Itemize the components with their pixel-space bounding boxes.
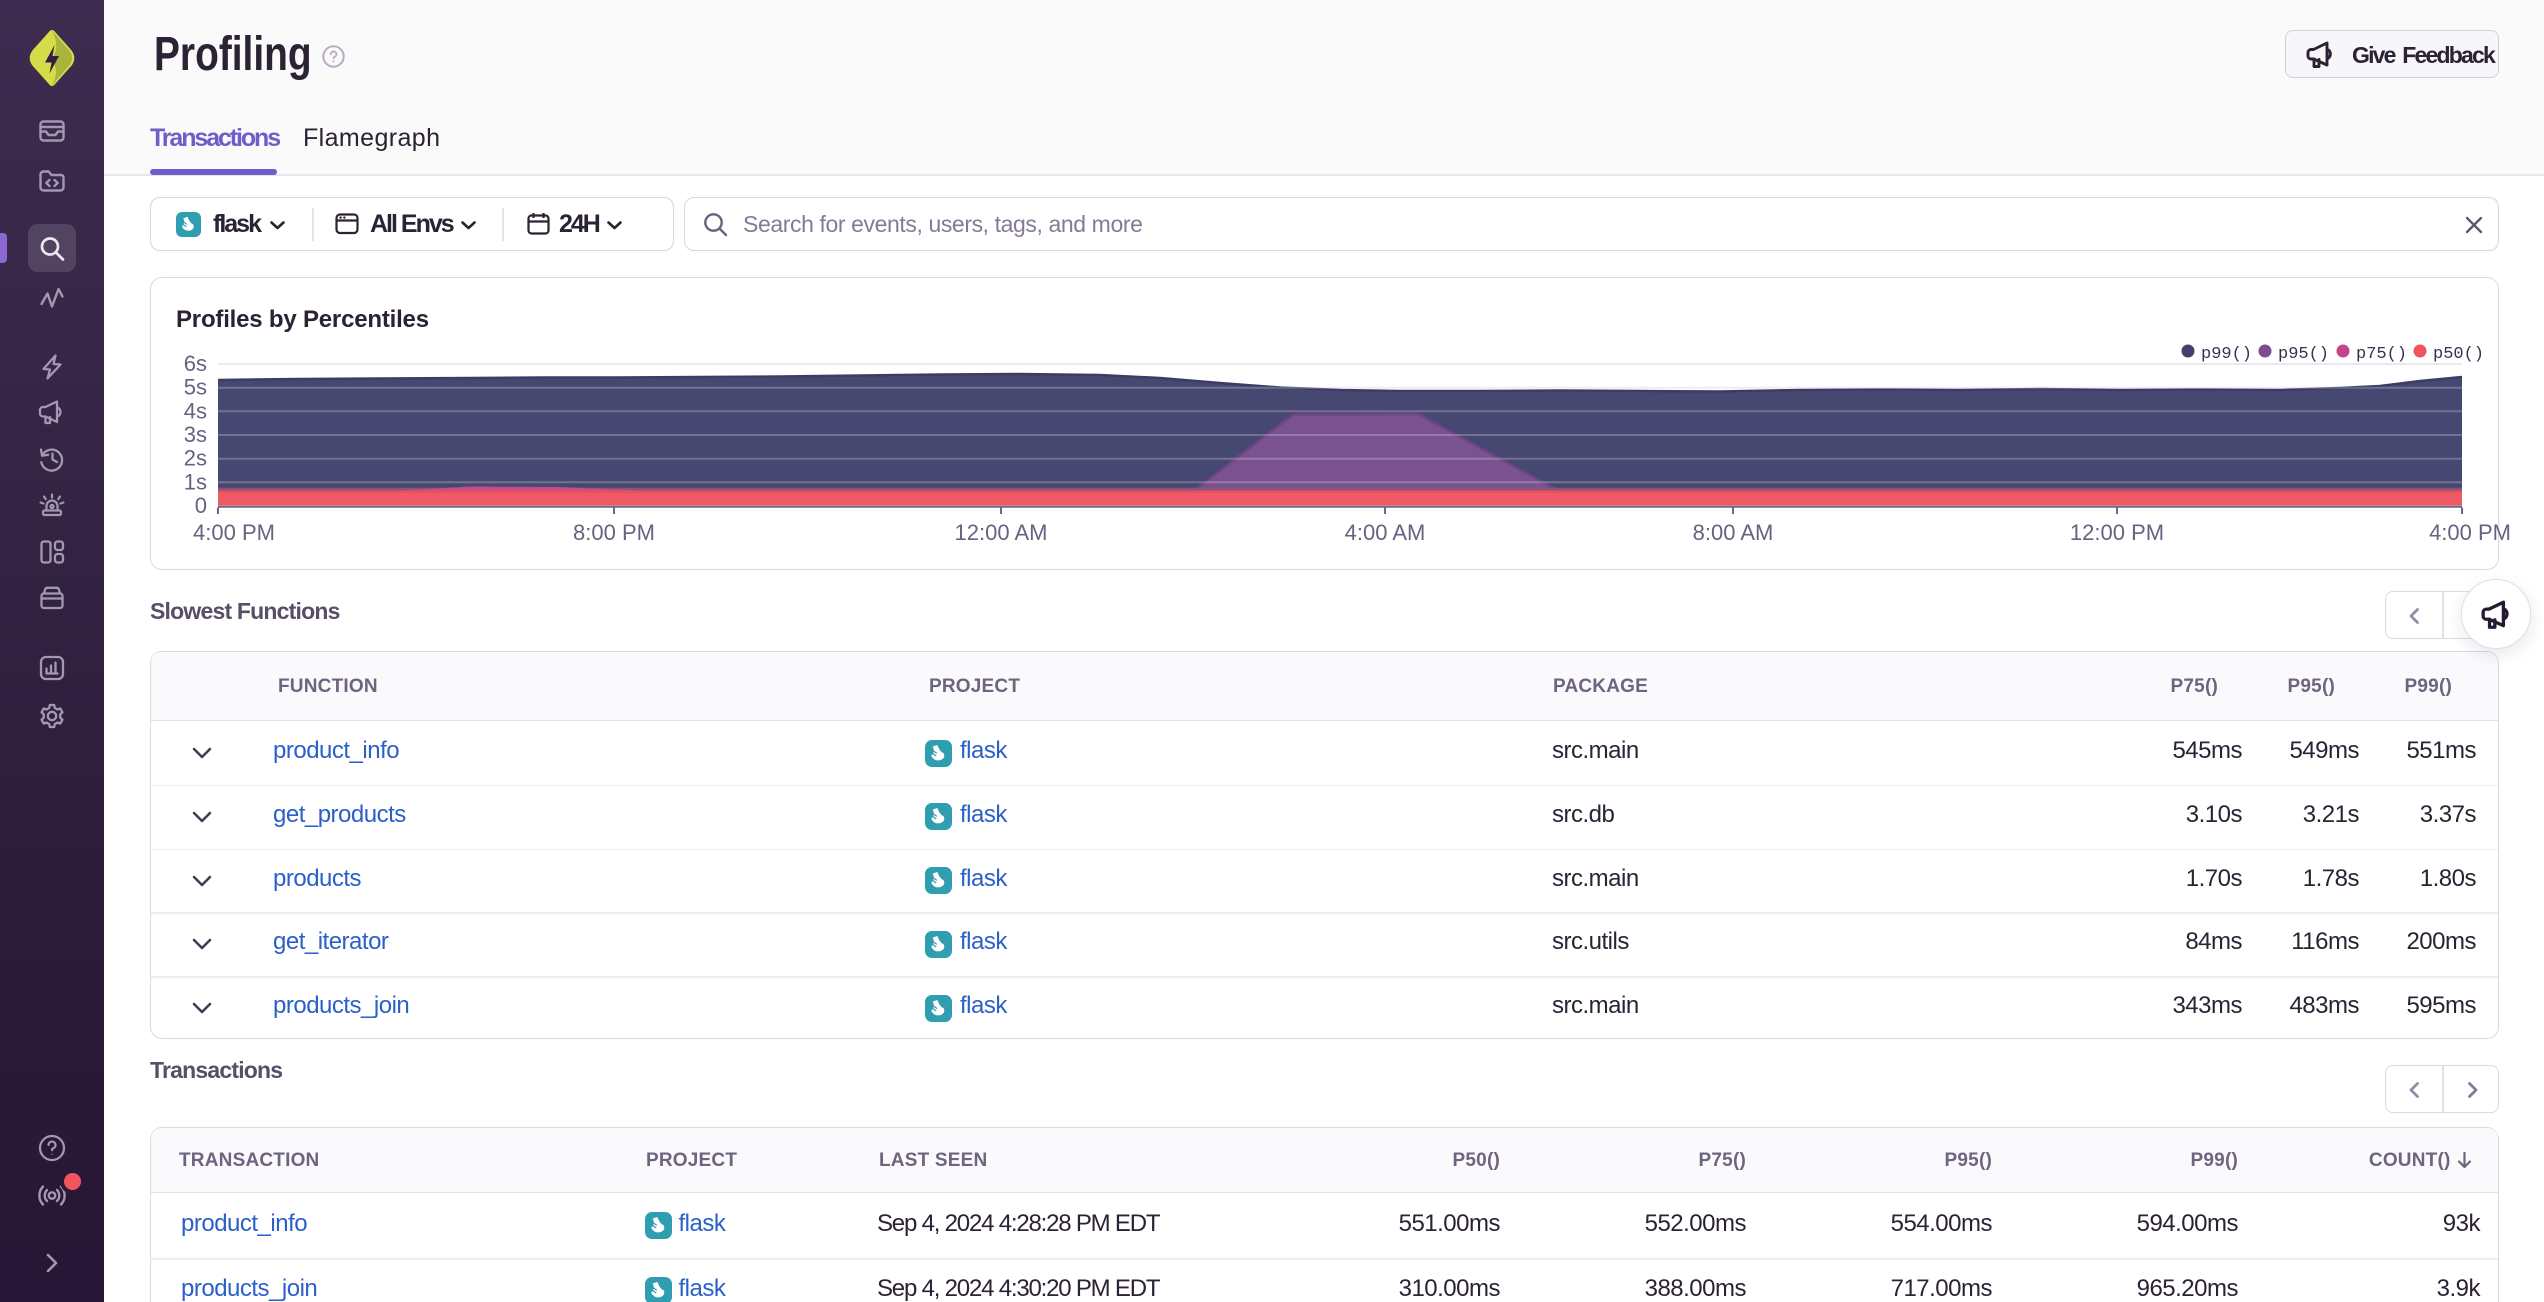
svg-text:3s: 3s: [184, 422, 207, 447]
svg-text:0: 0: [195, 493, 207, 518]
svg-text:Profiles by Percentiles: Profiles by Percentiles: [176, 306, 429, 333]
svg-text:4:00 AM: 4:00 AM: [1345, 520, 1426, 545]
svg-text:8:00 AM: 8:00 AM: [1693, 520, 1774, 545]
svg-text:p99(): p99(): [2201, 345, 2252, 364]
svg-text:p75(): p75(): [2356, 345, 2407, 364]
svg-text:2s: 2s: [184, 446, 207, 471]
svg-text:4:00 PM: 4:00 PM: [2429, 520, 2511, 545]
svg-text:6s: 6s: [184, 351, 207, 376]
svg-text:12:00 PM: 12:00 PM: [2070, 520, 2164, 545]
svg-text:12:00 AM: 12:00 AM: [955, 520, 1048, 545]
svg-text:p95(): p95(): [2278, 345, 2329, 364]
svg-text:4s: 4s: [184, 398, 207, 423]
svg-text:p50(): p50(): [2433, 345, 2484, 364]
svg-text:5s: 5s: [184, 375, 207, 400]
svg-text:4:00 PM: 4:00 PM: [193, 520, 275, 545]
svg-text:1s: 1s: [184, 469, 207, 494]
svg-text:8:00 PM: 8:00 PM: [573, 520, 655, 545]
